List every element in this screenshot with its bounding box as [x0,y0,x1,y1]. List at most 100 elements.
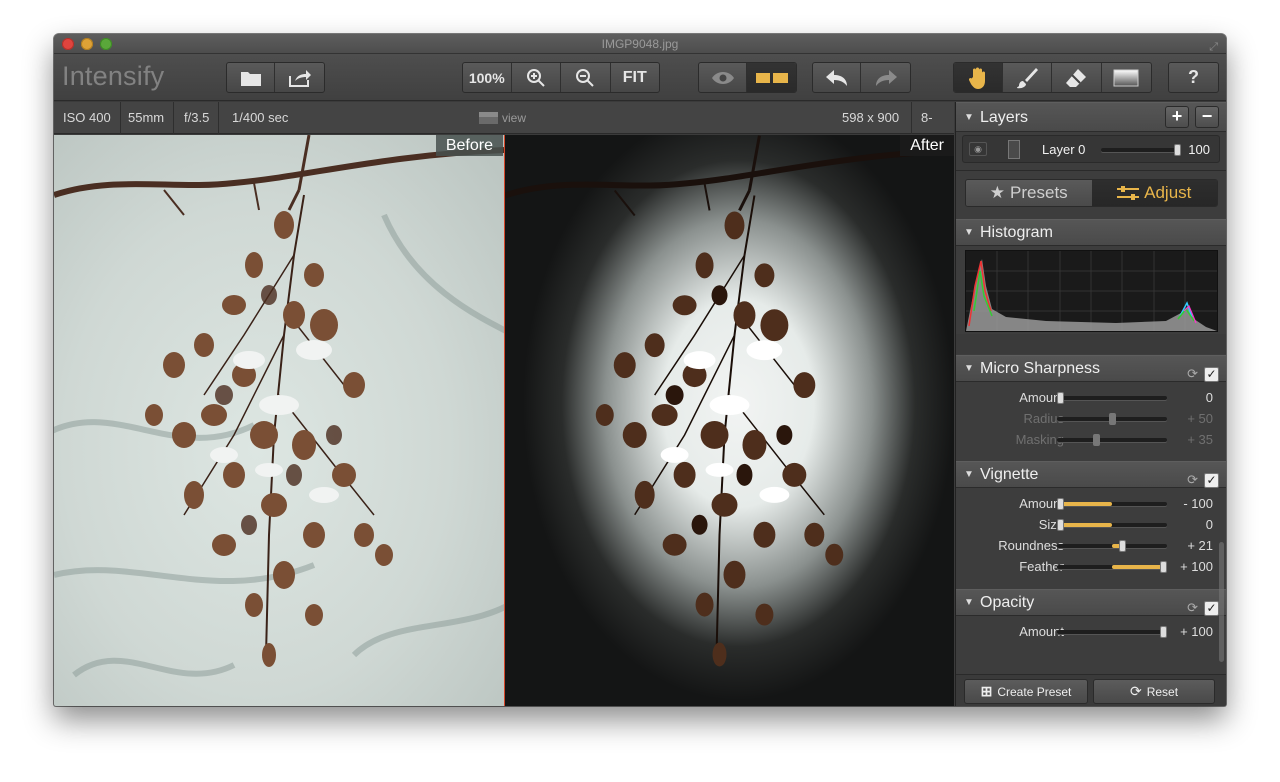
param-slider-knob[interactable] [1057,519,1064,531]
micro-sharpness-param-row: Masking + 35 [956,429,1226,450]
reset-button[interactable]: ⟳ Reset [1093,679,1215,704]
micro-sharpness-header[interactable]: ▼ Micro Sharpness ⟳ ✓ [956,355,1226,382]
layer-row[interactable]: ◉ Layer 0 100 [962,135,1220,163]
layer-visibility-icon[interactable]: ◉ [969,142,987,156]
param-slider-knob[interactable] [1057,392,1064,404]
param-slider[interactable] [1057,540,1167,552]
layers-header[interactable]: ▼ Layers + − [956,102,1226,132]
layer-thumbnail [1008,140,1020,159]
redo-button[interactable] [861,63,910,92]
image-canvas[interactable]: Before After [54,135,954,706]
before-pane[interactable]: Before [54,135,504,706]
gradient-icon [1113,69,1139,86]
reset-icon: ⟳ [1129,683,1142,699]
param-slider-knob[interactable] [1108,413,1116,425]
star-icon: ★ [989,183,1006,202]
create-preset-button[interactable]: ⊞ Create Preset [964,679,1088,704]
opacity-enable-checkbox[interactable]: ✓ [1204,600,1219,616]
vignette-header[interactable]: ▼ Vignette ⟳ ✓ [956,461,1226,488]
zoom-window-button[interactable] [100,38,112,50]
eraser-tool-button[interactable] [1052,63,1102,92]
layer-name: Layer 0 [1042,142,1086,157]
collapse-triangle-icon[interactable]: ▼ [964,462,974,488]
window-title: IMGP9048.jpg [601,37,679,51]
add-layer-button[interactable]: + [1165,106,1189,128]
param-slider[interactable] [1057,561,1167,573]
collapse-triangle-icon[interactable]: ▼ [964,356,974,382]
eye-icon [711,71,734,84]
preview-toggle-button[interactable] [699,63,748,92]
param-slider-knob[interactable] [1093,434,1101,446]
zoom-100-button[interactable]: 100% [463,63,512,92]
zoom-out-button[interactable] [561,63,611,92]
param-slider[interactable] [1057,392,1167,404]
after-photo [505,135,954,667]
remove-layer-button[interactable]: − [1195,106,1219,128]
tab-adjust-label: Adjust [1144,183,1192,202]
panel-scrollbar[interactable] [1219,542,1224,662]
histogram-header[interactable]: ▼ Histogram [956,219,1226,246]
sliders-icon [1117,186,1140,200]
collapse-triangle-icon[interactable]: ▼ [964,220,974,246]
param-slider-knob[interactable] [1160,561,1167,573]
param-slider[interactable] [1057,519,1167,531]
collapse-triangle-icon[interactable]: ▼ [964,103,974,133]
focal-length-info: 55mm [119,102,175,134]
param-label: Roundness [998,538,1064,553]
tab-presets-label: Presets [1010,183,1068,202]
histogram-title: Histogram [980,224,1053,241]
layers-title: Layers [980,109,1029,126]
fit-button[interactable]: FIT [611,63,660,92]
help-button[interactable]: ? [1169,63,1218,92]
share-button[interactable] [275,63,324,92]
tab-presets[interactable]: ★ Presets [966,180,1092,206]
reset-section-icon[interactable]: ⟳ [1187,467,1198,493]
open-folder-button[interactable] [227,63,276,92]
tools-group [953,62,1152,93]
file-group [226,62,325,93]
title-bar: IMGP9048.jpg ⤢ [54,34,1226,54]
brush-icon [1016,67,1038,88]
gradient-tool-button[interactable] [1102,63,1151,92]
param-slider-fill [1112,565,1167,569]
eraser-icon [1066,68,1087,87]
layer-opacity-slider[interactable] [1101,144,1181,156]
param-slider-knob[interactable] [1118,540,1126,552]
reset-section-icon[interactable]: ⟳ [1187,595,1198,621]
param-slider-knob[interactable] [1160,626,1167,638]
micro-sharpness-enable-checkbox[interactable]: ✓ [1204,366,1219,382]
view-toggle[interactable]: view [479,111,526,125]
param-slider[interactable] [1057,626,1167,638]
reset-section-icon[interactable]: ⟳ [1187,361,1198,387]
param-value: 0 [1205,517,1213,532]
param-value: + 100 [1180,624,1213,639]
opacity-title: Opacity [980,594,1035,611]
after-pane[interactable]: After [505,135,954,706]
param-value: - 100 [1183,496,1213,511]
param-slider[interactable] [1057,498,1167,510]
micro-sharpness-param-row: Radius + 50 [956,408,1226,429]
zoom-in-button[interactable] [512,63,561,92]
dimensions-info: 598 x 900 [842,110,900,125]
param-slider[interactable] [1057,413,1167,425]
vignette-enable-checkbox[interactable]: ✓ [1204,472,1219,488]
undo-button[interactable] [813,63,862,92]
param-slider[interactable] [1057,434,1167,446]
param-slider-knob[interactable] [1057,498,1064,510]
split-view-button[interactable] [747,63,796,92]
param-slider-fill [1057,523,1112,527]
brush-tool-button[interactable] [1003,63,1053,92]
histogram [965,250,1218,332]
close-window-button[interactable] [62,38,74,50]
hand-tool-button[interactable] [954,63,1003,92]
before-photo [54,135,504,678]
param-value: + 35 [1187,432,1213,447]
opacity-header[interactable]: ▼ Opacity ⟳ ✓ [956,589,1226,616]
redo-icon [875,69,897,86]
tab-adjust[interactable]: Adjust [1091,180,1217,206]
layer-opacity-knob[interactable] [1174,144,1181,156]
view-icon [479,112,498,124]
collapse-triangle-icon[interactable]: ▼ [964,590,974,616]
opacity-param-row: Amount + 100 [956,621,1226,642]
minimize-window-button[interactable] [81,38,93,50]
